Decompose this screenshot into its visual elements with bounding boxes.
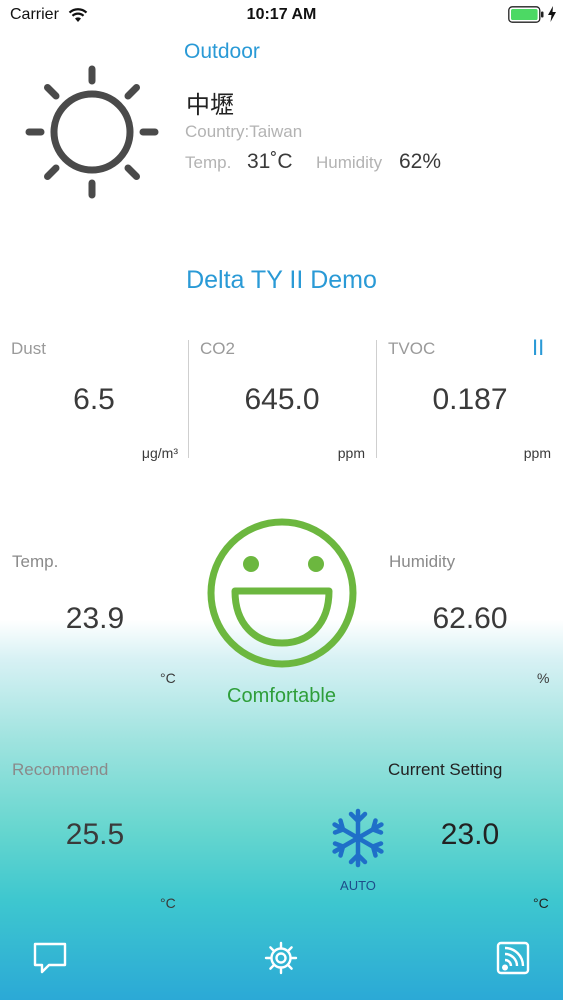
recommend-unit: °C — [160, 895, 176, 911]
outdoor-humidity-label: Humidity — [316, 153, 383, 172]
dust-unit: μg/m³ — [141, 445, 178, 461]
battery-icon — [508, 6, 544, 23]
gear-icon[interactable] — [263, 940, 299, 976]
chat-icon[interactable] — [32, 940, 68, 976]
dust-value: 6.5 — [73, 383, 115, 416]
charging-icon — [548, 6, 556, 22]
co2-unit: ppm — [337, 445, 365, 461]
outdoor-title: Outdoor — [184, 40, 260, 63]
status-time: 10:17 AM — [246, 6, 317, 23]
recommend-label: Recommend — [12, 760, 109, 779]
indoor-humidity-value: 62.60 — [432, 602, 508, 635]
co2-value: 645.0 — [244, 383, 320, 416]
indoor-humidity-label: Humidity — [389, 552, 456, 571]
device-title[interactable]: Delta TY II Demo — [0, 266, 563, 295]
indoor-humidity-unit: % — [537, 670, 550, 686]
outdoor-country: Country:Taiwan — [185, 122, 303, 141]
indoor-temp-label: Temp. — [12, 552, 59, 571]
indoor-temp-value: 23.9 — [65, 602, 125, 635]
indoor-temp-unit: °C — [160, 670, 176, 686]
tvoc-label: TVOC — [388, 339, 436, 358]
outdoor-temp-value: 31˚C — [247, 150, 293, 173]
dust-label: Dust — [11, 339, 46, 358]
current-setting-value[interactable]: 23.0 — [376, 818, 563, 852]
cast-icon[interactable] — [495, 940, 531, 976]
smiley-icon — [207, 518, 357, 668]
co2-label: CO2 — [200, 339, 235, 358]
recommend-value: 25.5 — [65, 818, 125, 851]
tvoc-unit: ppm — [523, 445, 551, 461]
pause-button[interactable]: II — [532, 335, 544, 361]
comfort-label: Comfortable — [227, 685, 336, 707]
outdoor-temp-label: Temp. — [185, 153, 232, 172]
current-setting-unit: °C — [533, 895, 549, 911]
status-bar: Carrier 10:17 AM — [0, 0, 563, 30]
sun-icon — [25, 65, 159, 199]
outdoor-humidity-value: 62% — [399, 150, 442, 173]
outdoor-city: 中壢 — [186, 91, 234, 119]
mode-label: AUTO — [340, 878, 376, 893]
current-setting-label: Current Setting — [388, 760, 503, 779]
tvoc-value: 0.187 — [432, 383, 508, 416]
